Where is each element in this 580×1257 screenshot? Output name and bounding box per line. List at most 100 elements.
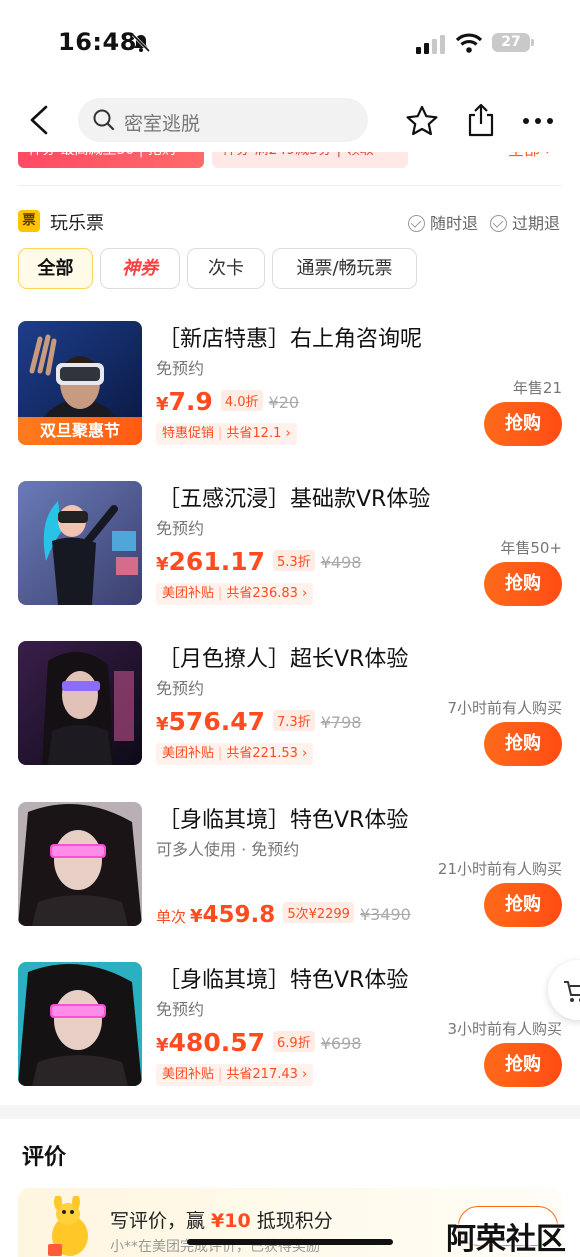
filter-chip-all[interactable]: 全部 <box>18 248 93 289</box>
search-placeholder: 密室逃脱 <box>124 113 201 135</box>
product-item[interactable]: ［五感沉浸］基础款VR体验 免预约 ¥261.17 5.3折 ¥498 美团补贴 | 共… <box>18 481 562 607</box>
tag-separator: | <box>218 586 223 601</box>
savings-amount: 共省236.83 › <box>226 586 308 601</box>
favorite-star-icon[interactable] <box>405 104 439 138</box>
original-price: ¥698 <box>320 1034 362 1053</box>
product-title[interactable]: ［五感沉浸］基础款VR体验 <box>158 481 430 513</box>
check-circle-icon <box>490 215 507 232</box>
tag-label: 美团补贴 <box>162 1067 215 1082</box>
expired-refund-label: 过期退 <box>512 214 561 233</box>
savings-tag[interactable]: 美团补贴 | 共省221.53 › <box>156 743 314 765</box>
section-gap <box>0 1105 580 1119</box>
buy-button[interactable]: 抢购 <box>484 1043 562 1087</box>
filter-chip-cika[interactable]: 次卡 <box>187 248 265 289</box>
original-price: ¥798 <box>320 713 362 732</box>
bell-muted-icon <box>131 33 151 53</box>
top-nav: 密室逃脱 <box>0 88 580 152</box>
anytime-refund-label: 随时退 <box>430 214 479 233</box>
tag-separator: | <box>218 426 223 441</box>
discount-badge: 5.3折 <box>273 550 315 571</box>
product-item[interactable]: ［身临其境］特色VR体验 免预约 ¥480.57 6.9折 ¥698 美团补贴 | 共省… <box>18 962 562 1088</box>
product-price: 单次 ¥459.8 5次¥2299 ¥3490 <box>156 902 411 928</box>
recent-purchase: 3小时前有人购买 <box>447 1020 562 1038</box>
wifi-icon <box>455 33 483 53</box>
reward-prefix: 写评价，赢 <box>110 1210 212 1232</box>
product-item[interactable]: ［月色撩人］超长VR体验 免预约 ¥576.47 7.3折 ¥798 美团补贴 | 共省… <box>18 641 562 767</box>
product-thumbnail[interactable] <box>18 962 142 1086</box>
savings-amount: 共省12.1 › <box>226 426 291 441</box>
sales-count: 年售21 <box>512 379 562 397</box>
buy-button[interactable]: 抢购 <box>484 722 562 766</box>
product-thumbnail[interactable] <box>18 802 142 926</box>
share-icon[interactable] <box>464 102 498 138</box>
price-value: 576.47 <box>168 707 266 736</box>
reward-suffix: 抵现积分 <box>250 1210 333 1232</box>
price-value: 480.57 <box>168 1028 266 1057</box>
section-title: 玩乐票 <box>50 213 104 234</box>
product-title[interactable]: ［身临其境］特色VR体验 <box>158 962 408 994</box>
product-title[interactable]: ［新店特惠］右上角咨询呢 <box>158 321 422 353</box>
filter-chip-tongpiao[interactable]: 通票/畅玩票 <box>272 248 417 289</box>
promo-banner: 双旦聚惠节 <box>18 417 142 445</box>
status-time: 16:48 <box>58 28 137 56</box>
product-thumbnail[interactable] <box>18 481 142 605</box>
product-item[interactable]: 双旦聚惠节 ［新店特惠］右上角咨询呢 免预约 ¥7.9 4.0折 ¥20 特惠促销 |… <box>18 321 562 447</box>
buy-button[interactable]: 抢购 <box>484 883 562 927</box>
original-price: ¥498 <box>320 553 362 572</box>
product-thumbnail[interactable]: 双旦聚惠节 <box>18 321 142 445</box>
price-value: 7.9 <box>168 387 213 416</box>
recent-purchase: 21小时前有人购买 <box>437 860 562 878</box>
price-value: 261.17 <box>168 547 266 576</box>
search-box[interactable]: 密室逃脱 <box>78 98 368 142</box>
ticket-badge-icon: 票 <box>18 210 40 232</box>
more-options-icon[interactable] <box>520 106 556 136</box>
product-subtitle: 可多人使用 · 免预约 <box>156 840 300 859</box>
product-thumbnail[interactable] <box>18 641 142 765</box>
check-circle-icon <box>408 215 425 232</box>
buy-button[interactable]: 抢购 <box>484 402 562 446</box>
savings-tag[interactable]: 美团补贴 | 共省236.83 › <box>156 583 314 605</box>
product-price: ¥261.17 5.3折 ¥498 <box>156 547 361 576</box>
expired-refund-tag: 过期退 <box>490 210 560 234</box>
currency-symbol: ¥ <box>156 714 169 735</box>
home-indicator <box>187 1239 393 1245</box>
product-subtitle: 免预约 <box>156 359 205 378</box>
cart-icon <box>564 981 580 1002</box>
savings-amount: 共省221.53 › <box>226 746 308 761</box>
reviews-heading: 评价 <box>22 1145 67 1170</box>
original-price: ¥20 <box>268 393 300 412</box>
currency-symbol: ¥ <box>190 906 203 927</box>
sales-count: 年售50+ <box>500 539 562 557</box>
tag-label: 特惠促销 <box>162 426 215 441</box>
savings-amount: 共省217.43 › <box>226 1067 308 1082</box>
vr-neon-glasses-image <box>18 802 142 926</box>
product-title[interactable]: ［月色撩人］超长VR体验 <box>158 641 408 673</box>
product-subtitle: 免预约 <box>156 1000 205 1019</box>
currency-symbol: ¥ <box>156 394 169 415</box>
discount-badge: 6.9折 <box>273 1031 315 1052</box>
battery-nub <box>531 39 534 46</box>
currency-symbol: ¥ <box>156 554 169 575</box>
discount-badge: 7.3折 <box>273 710 315 731</box>
product-price: ¥576.47 7.3折 ¥798 <box>156 707 361 736</box>
vr-anime-image <box>18 481 142 605</box>
product-item[interactable]: ［身临其境］特色VR体验 可多人使用 · 免预约 单次 ¥459.8 5次¥2299… <box>18 802 562 928</box>
product-title[interactable]: ［身临其境］特色VR体验 <box>158 802 408 834</box>
kangaroo-mascot-icon <box>48 1196 88 1256</box>
filter-chips: 全部 神券 次卡 通票/畅玩票 <box>18 248 562 290</box>
tag-separator: | <box>218 746 223 761</box>
savings-tag[interactable]: 特惠促销 | 共省12.1 › <box>156 423 297 445</box>
product-price: ¥7.9 4.0折 ¥20 <box>156 387 299 416</box>
ticket-section-header: 票 玩乐票 随时退 过期退 <box>18 207 562 237</box>
original-price: ¥3490 <box>359 905 411 924</box>
filter-chip-shenquan[interactable]: 神券 <box>100 248 180 289</box>
price-prefix: 单次 <box>156 908 187 926</box>
buy-button[interactable]: 抢购 <box>484 562 562 606</box>
back-arrow-icon[interactable] <box>22 102 56 138</box>
savings-tag[interactable]: 美团补贴 | 共省217.43 › <box>156 1064 314 1086</box>
vr-neon-portrait-image <box>18 962 142 1086</box>
recent-purchase: 7小时前有人购买 <box>447 699 562 717</box>
tag-label: 美团补贴 <box>162 586 215 601</box>
currency-symbol: ¥ <box>156 1035 169 1056</box>
vr-portrait-image <box>18 641 142 765</box>
